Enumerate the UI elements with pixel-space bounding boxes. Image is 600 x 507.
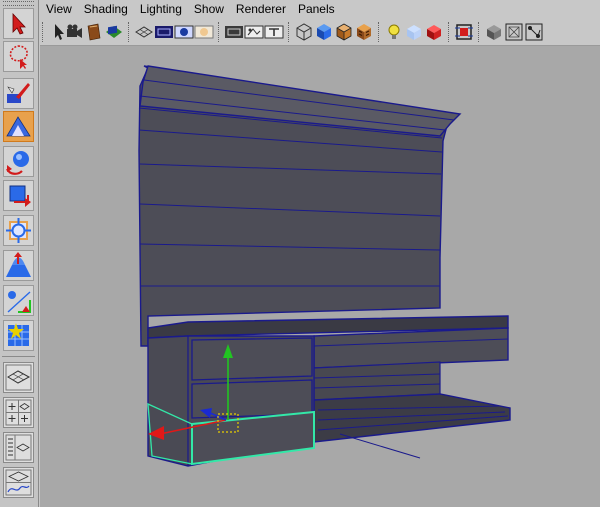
show-manipulator-button[interactable] [3, 285, 34, 316]
show-manipulator-icon [7, 291, 31, 313]
field-chart-icon [225, 26, 243, 38]
last-tool-used-icon [8, 323, 29, 346]
field-chart-button[interactable] [224, 22, 244, 42]
four-pane-layout-icon [5, 399, 32, 426]
resolution-gate-button[interactable] [174, 22, 194, 42]
grid-button[interactable] [134, 22, 154, 42]
universal-manipulator-icon [6, 218, 31, 243]
perspective-viewport[interactable] [40, 46, 600, 507]
scale-tool-button[interactable] [3, 180, 34, 211]
camera-attributes-icon [67, 24, 82, 38]
toolbar-separator [478, 22, 483, 42]
smooth-shade-icon [317, 24, 331, 40]
xray-joints-icon [525, 23, 543, 41]
menu-show[interactable]: Show [188, 0, 230, 18]
backface-culling-icon [505, 23, 523, 41]
menu-view[interactable]: View [40, 0, 78, 18]
select-tool-button[interactable] [3, 8, 34, 39]
gate-mask-icon [194, 25, 214, 39]
bookmarks-button[interactable] [84, 22, 104, 42]
hypershade-layout-icon [5, 469, 32, 496]
isolate-select-button[interactable] [454, 22, 474, 42]
menu-lighting[interactable]: Lighting [134, 0, 188, 18]
film-gate-icon [155, 26, 173, 38]
tool-box [0, 0, 39, 507]
panel-menu-bar: View Shading Lighting Show Renderer Pane… [40, 0, 600, 18]
desk-right-section [313, 327, 509, 369]
ground-line [339, 433, 421, 459]
shadows-icon [407, 25, 421, 40]
toolbar-separator [448, 22, 453, 42]
textured-icon [357, 24, 371, 40]
grid-icon [135, 26, 153, 38]
safe-title-button[interactable] [264, 22, 284, 42]
isolate-select-icon [455, 24, 473, 40]
x-ray-button[interactable] [424, 22, 444, 42]
universal-manipulator-button[interactable] [3, 215, 34, 246]
single-pane-layout-button[interactable] [3, 362, 34, 393]
smooth-shade-button[interactable] [314, 22, 334, 42]
scale-tool-icon [9, 185, 31, 207]
last-tool-used-button[interactable] [3, 320, 34, 351]
toolbar-separator [128, 22, 133, 42]
menu-renderer[interactable]: Renderer [230, 0, 292, 18]
image-plane-button[interactable] [104, 22, 124, 42]
textured-button[interactable] [354, 22, 374, 42]
use-all-lights-icon [388, 24, 400, 39]
toolbox-grip [3, 1, 34, 6]
safe-action-icon [244, 25, 264, 39]
lasso-tool-icon [9, 45, 28, 69]
wireframe-button[interactable] [294, 22, 314, 42]
high-quality-button[interactable] [484, 22, 504, 42]
drawer-top [191, 337, 313, 381]
film-gate-button[interactable] [154, 22, 174, 42]
resolution-gate-icon [174, 25, 194, 39]
soft-modification-button[interactable] [3, 250, 34, 281]
hypershade-layout-button[interactable] [3, 467, 34, 498]
backface-culling-button[interactable] [504, 22, 524, 42]
menu-shading[interactable]: Shading [78, 0, 134, 18]
high-quality-icon [487, 25, 501, 40]
toolbar-grip [42, 22, 47, 42]
paint-select-tool-button[interactable] [3, 78, 34, 109]
move-tool-button[interactable] [3, 111, 34, 142]
bookmarks-icon [87, 23, 101, 41]
select-tool-icon [12, 12, 26, 35]
wireframe-on-shaded-icon [336, 23, 352, 41]
image-plane-icon [106, 25, 122, 38]
rotate-tool-button[interactable] [3, 146, 34, 177]
outliner-persp-layout-icon [5, 434, 32, 461]
use-all-lights-button[interactable] [384, 22, 404, 42]
safe-action-button[interactable] [244, 22, 264, 42]
toolbar-separator [378, 22, 383, 42]
four-pane-layout-button[interactable] [3, 397, 34, 428]
scene-render [138, 65, 511, 467]
gate-mask-button[interactable] [194, 22, 214, 42]
soft-modification-icon [6, 252, 31, 277]
safe-title-icon [264, 25, 284, 39]
toolbox-separator [2, 356, 35, 357]
toolbar-separator [288, 22, 293, 42]
wireframe-icon [296, 23, 312, 41]
shadows-button[interactable] [404, 22, 424, 42]
camera-attributes-button[interactable] [64, 22, 84, 42]
lasso-tool-button[interactable] [3, 41, 34, 72]
x-ray-icon [427, 25, 441, 40]
wireframe-on-shaded-button[interactable] [334, 22, 354, 42]
xray-joints-button[interactable] [524, 22, 544, 42]
menu-panels[interactable]: Panels [292, 0, 341, 18]
toolbar-separator [218, 22, 223, 42]
rotate-tool-icon [6, 151, 29, 175]
outliner-persp-layout-button[interactable] [3, 432, 34, 463]
panel-toolbar [40, 19, 600, 46]
single-pane-layout-icon [5, 364, 32, 391]
paint-select-tool-icon [7, 83, 30, 103]
move-tool-icon [6, 116, 31, 137]
